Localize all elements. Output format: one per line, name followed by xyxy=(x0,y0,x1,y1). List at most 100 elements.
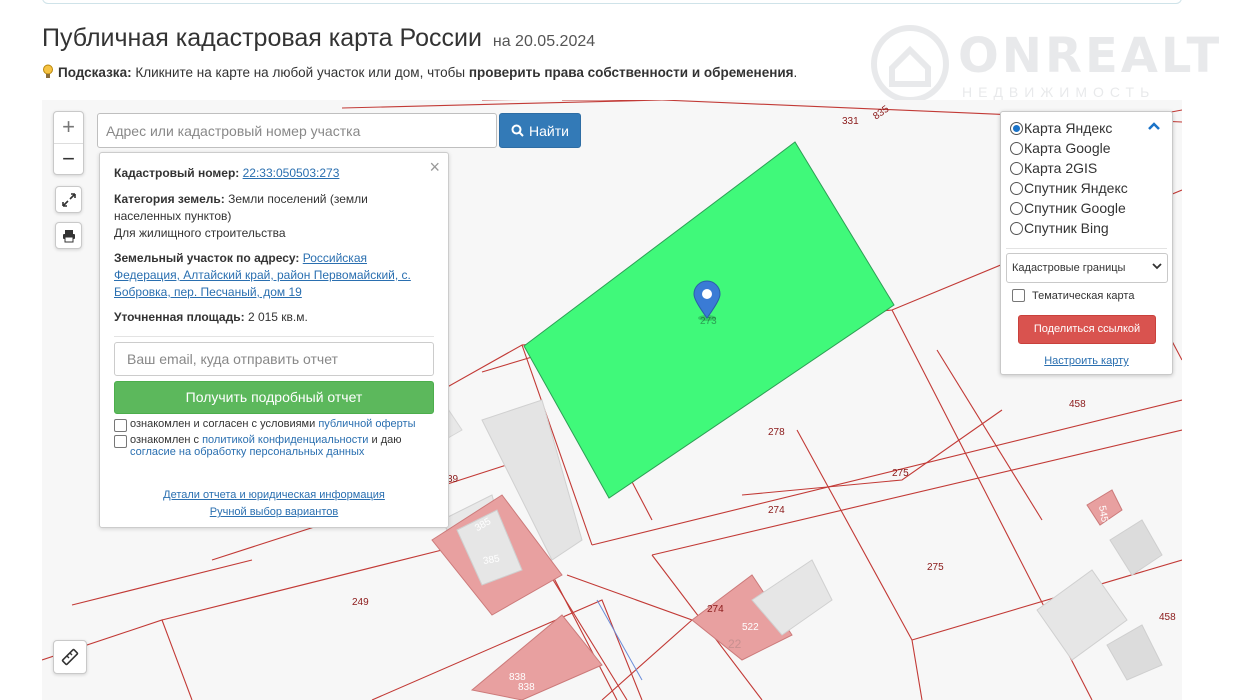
layer-option[interactable]: Спутник Bing xyxy=(1010,218,1109,238)
radio-button[interactable] xyxy=(1010,161,1023,175)
map-layers-panel: Карта Яндекс Карта Google Карта 2GIS Спу… xyxy=(1000,111,1173,375)
area-value: 2 015 кв.м. xyxy=(247,310,308,324)
buildings xyxy=(371,399,1163,700)
cadastral-number-link[interactable]: 22:33:050503:273 xyxy=(243,166,340,180)
map-label: 458 xyxy=(1159,612,1176,623)
hint-text: Кликните на карте на любой участок или д… xyxy=(131,65,469,80)
zoom-control: + − xyxy=(53,111,84,175)
page-title-date: на 20.05.2024 xyxy=(492,33,596,50)
land-usage: Для жилищного строительства xyxy=(114,226,286,240)
layer-option-label: Карта 2GIS xyxy=(1024,160,1098,176)
offer-checkbox[interactable] xyxy=(114,419,127,432)
onrealt-watermark: ONREALT НЕДВИЖИМОСТЬ xyxy=(862,18,1232,108)
configure-map-link[interactable]: Настроить карту xyxy=(1001,355,1172,367)
category-value-2: населенных пунктов) xyxy=(114,209,232,223)
page-title-text: Публичная кадастровая карта России xyxy=(42,24,482,52)
hint-label: Подсказка: xyxy=(58,65,132,80)
cadastral-number-row: Кадастровый номер: 22:33:050503:273 xyxy=(114,165,436,182)
report-details-link[interactable]: Детали отчета и юридическая информация xyxy=(100,489,448,501)
map-label: 838 xyxy=(518,682,535,693)
area-row: Уточненная площадь: 2 015 кв.м. xyxy=(114,309,436,326)
cadastral-map[interactable]: 331 835 273 278 275 274 275 458 458 385 … xyxy=(42,100,1182,700)
map-label: 331 xyxy=(842,116,859,127)
ruler-button[interactable] xyxy=(53,640,87,674)
hint-bold: проверить права собственности и обремене… xyxy=(468,65,794,80)
find-button[interactable]: Найти xyxy=(499,113,581,148)
address-link-2[interactable]: Федерация, Алтайский край, район Первома… xyxy=(114,268,411,282)
layer-option[interactable]: Карта Яндекс xyxy=(1010,118,1112,138)
map-label: 274 xyxy=(707,604,724,615)
address-search-input[interactable] xyxy=(97,113,497,148)
page-title: Публичная кадастровая карта России на 20… xyxy=(42,24,595,53)
category-label: Категория земель: xyxy=(114,192,225,206)
privacy-consent-row: ознакомлен с политикой конфиденциальност… xyxy=(114,434,401,458)
map-label: 275 xyxy=(892,468,909,479)
map-label: 275 xyxy=(927,562,944,573)
divider xyxy=(1006,248,1167,249)
privacy-consent-text: ознакомлен с политикой конфиденциальност… xyxy=(130,434,401,458)
layer-option-label: Спутник Bing xyxy=(1024,220,1109,236)
thematic-checkbox[interactable] xyxy=(1012,289,1025,302)
find-button-label: Найти xyxy=(529,122,569,139)
map-label: 522 xyxy=(742,622,759,633)
hint-line: Подсказка: Кликните на карте на любой уч… xyxy=(42,64,797,80)
radio-button[interactable] xyxy=(1010,141,1023,155)
offer-consent-text: ознакомлен и согласен с условиями публич… xyxy=(130,418,416,430)
zoom-in-button[interactable]: + xyxy=(54,112,83,143)
expand-icon xyxy=(61,192,76,207)
offer-consent-row: ознакомлен и согласен с условиями публич… xyxy=(114,418,416,432)
layer-option-label: Карта Яндекс xyxy=(1024,120,1113,136)
cadastral-label: Кадастровый номер: xyxy=(114,166,240,180)
address-label: Земельный участок по адресу: xyxy=(114,251,300,265)
printer-icon xyxy=(62,229,75,242)
layer-option[interactable]: Спутник Google xyxy=(1010,198,1126,218)
radio-button[interactable] xyxy=(1010,201,1023,215)
map-label: 249 xyxy=(352,597,369,608)
layer-option-label: Спутник Яндекс xyxy=(1024,180,1128,196)
layer-option[interactable]: Карта 2GIS xyxy=(1010,158,1097,178)
get-report-button[interactable]: Получить подробный отчет xyxy=(114,381,434,414)
radio-button[interactable] xyxy=(1010,181,1023,195)
privacy-checkbox[interactable] xyxy=(114,435,127,448)
address-link[interactable]: Российская xyxy=(303,251,367,265)
area-label: Уточненная площадь: xyxy=(114,310,245,324)
divider xyxy=(114,336,434,337)
layer-option-label: Карта Google xyxy=(1024,140,1111,156)
layer-option[interactable]: Карта Google xyxy=(1010,138,1111,158)
category-value: Земли поселений (земли xyxy=(228,192,368,206)
radio-button[interactable] xyxy=(1010,221,1023,235)
map-label: 835 xyxy=(871,104,891,123)
personal-data-link[interactable]: согласие на обработку персональных данны… xyxy=(130,446,364,458)
share-link-button[interactable]: Поделиться ссылкой xyxy=(1018,315,1156,344)
print-button[interactable] xyxy=(55,222,82,249)
top-panel-edge xyxy=(42,0,1182,4)
zoom-out-button[interactable]: − xyxy=(54,143,83,174)
offer-link[interactable]: публичной оферты xyxy=(318,418,415,430)
address-row: Земельный участок по адресу: Российская … xyxy=(114,250,436,301)
layer-option[interactable]: Спутник Яндекс xyxy=(1010,178,1128,198)
privacy-text: ознакомлен с xyxy=(130,434,203,446)
ruler-icon xyxy=(61,648,79,666)
address-link-3[interactable]: Бобровка, пер. Песчаный, дом 19 xyxy=(114,285,302,299)
thematic-map-toggle[interactable]: Тематическая карта xyxy=(1012,289,1134,302)
fullscreen-button[interactable] xyxy=(55,186,82,213)
thematic-label: Тематическая карта xyxy=(1032,289,1135,302)
privacy-link[interactable]: политикой конфиденциальности xyxy=(202,434,368,446)
hint-end: . xyxy=(793,65,798,80)
boundaries-select[interactable]: Кадастровые границы xyxy=(1006,253,1168,283)
map-label: 22 xyxy=(728,637,742,651)
map-label: 458 xyxy=(1069,399,1086,410)
radio-button[interactable] xyxy=(1010,121,1023,135)
privacy-tail: и даю xyxy=(368,434,402,446)
house-logo-icon xyxy=(871,25,949,103)
lightbulb-icon xyxy=(43,64,53,78)
map-label: 278 xyxy=(768,427,785,438)
watermark-sub: НЕДВИЖИМОСТЬ xyxy=(962,84,1156,100)
map-label: 274 xyxy=(768,505,785,516)
manual-selection-link[interactable]: Ручной выбор вариантов xyxy=(100,506,448,518)
layer-option-label: Спутник Google xyxy=(1024,200,1126,216)
chevron-up-icon[interactable] xyxy=(1148,122,1160,130)
land-category-row: Категория земель: Земли поселений (земли… xyxy=(114,191,436,242)
email-field[interactable] xyxy=(114,342,434,376)
offer-text: ознакомлен и согласен с условиями xyxy=(130,418,319,430)
